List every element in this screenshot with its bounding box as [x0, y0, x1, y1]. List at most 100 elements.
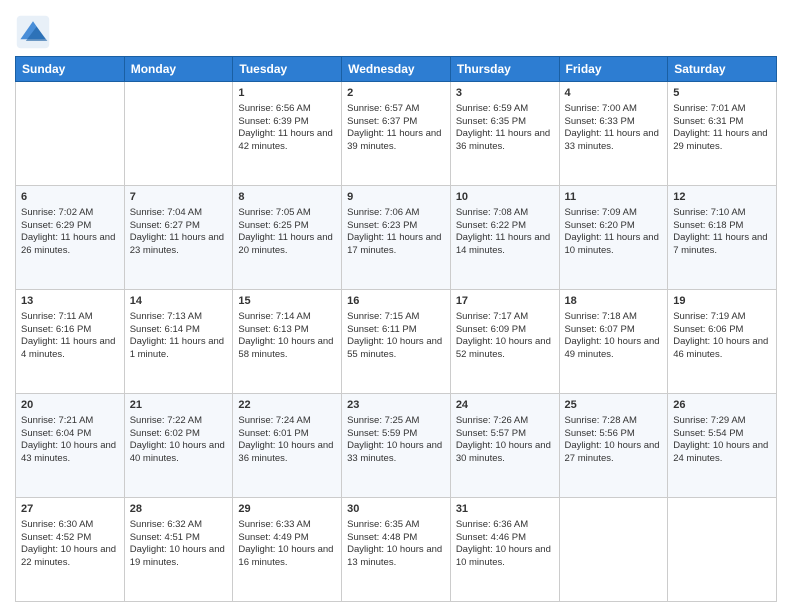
page: SundayMondayTuesdayWednesdayThursdayFrid…	[0, 0, 792, 612]
day-info-line: Sunset: 6:29 PM	[21, 220, 119, 233]
day-info-line: Daylight: 10 hours and 16 minutes.	[238, 544, 336, 570]
day-info-line: Sunrise: 7:17 AM	[456, 311, 554, 324]
day-info-line: Daylight: 10 hours and 33 minutes.	[347, 440, 445, 466]
day-info-line: Daylight: 10 hours and 40 minutes.	[130, 440, 228, 466]
calendar-cell: 2 Sunrise: 6:57 AMSunset: 6:37 PMDaylight…	[342, 82, 451, 186]
day-number: 9	[347, 190, 445, 205]
day-number: 20	[21, 398, 119, 413]
calendar-week-1: 1Sunrise: 6:56 AMSunset: 6:39 PMDaylight…	[16, 82, 777, 186]
calendar-week-4: 20 Sunrise: 7:21 AMSunset: 6:04 PM Dayligh…	[16, 394, 777, 498]
calendar-cell: 27Sunrise: 6:30 AMSunset: 4:52 PMDayligh…	[16, 498, 125, 602]
day-info-line: Sunset: 5:56 PM	[565, 428, 663, 441]
calendar-cell: 30Sunrise: 6:35 AMSunset: 4:48 PMDayligh…	[342, 498, 451, 602]
day-info-line: Daylight: 10 hours and 13 minutes.	[347, 544, 445, 570]
day-info-line: Daylight: 10 hours and 24 minutes.	[673, 440, 771, 466]
calendar-cell: 12Sunrise: 7:10 AMSunset: 6:18 PMDayligh…	[668, 186, 777, 290]
day-number: 27	[21, 502, 119, 517]
day-number: 31	[456, 502, 554, 517]
day-info-line: Sunrise: 7:18 AM	[565, 311, 663, 324]
logo-icon	[15, 14, 51, 50]
day-info-line: Sunset: 6:37 PM	[347, 116, 445, 129]
day-number: 18	[565, 294, 663, 309]
day-info-line: Sunrise: 7:10 AM	[673, 207, 771, 220]
calendar-cell: 6Sunrise: 7:02 AMSunset: 6:29 PMDaylight…	[16, 186, 125, 290]
day-info-line: Sunrise: 7:00 AM	[565, 103, 663, 116]
cell-content: 22Sunrise: 7:24 AMSunset: 6:01 PMDayligh…	[238, 398, 336, 466]
day-number: 2	[347, 86, 445, 101]
day-info-line: Daylight: 11 hours and 23 minutes.	[130, 232, 228, 258]
cell-content: 27Sunrise: 6:30 AMSunset: 4:52 PMDayligh…	[21, 502, 119, 570]
day-info-line: Sunrise: 7:26 AM	[456, 415, 554, 428]
day-info-line: Daylight: 10 hours and 10 minutes.	[456, 544, 554, 570]
day-number: 7	[130, 190, 228, 205]
day-info-line: Sunrise: 7:24 AM	[238, 415, 336, 428]
cell-content: 15Sunrise: 7:14 AMSunset: 6:13 PMDayligh…	[238, 294, 336, 362]
day-info-line: Daylight: 10 hours and 19 minutes.	[130, 544, 228, 570]
day-info-line: Sunrise: 7:19 AM	[673, 311, 771, 324]
day-number: 6	[21, 190, 119, 205]
cell-content: 4Sunrise: 7:00 AMSunset: 6:33 PMDaylight…	[565, 86, 663, 154]
day-number: 5	[673, 86, 771, 101]
cell-content: 9Sunrise: 7:06 AMSunset: 6:23 PMDaylight…	[347, 190, 445, 258]
cell-content: 8Sunrise: 7:05 AMSunset: 6:25 PMDaylight…	[238, 190, 336, 258]
cell-content: 12Sunrise: 7:10 AMSunset: 6:18 PMDayligh…	[673, 190, 771, 258]
cell-content: 21Sunrise: 7:22 AMSunset: 6:02 PMDayligh…	[130, 398, 228, 466]
day-info-line: Sunrise: 6:57 AM	[347, 103, 445, 116]
day-info-line: Sunrise: 6:35 AM	[347, 519, 445, 532]
calendar-cell: 25Sunrise: 7:28 AMSunset: 5:56 PMDayligh…	[559, 394, 668, 498]
day-info-line: Daylight: 11 hours and 14 minutes.	[456, 232, 554, 258]
cell-content: 26Sunrise: 7:29 AMSunset: 5:54 PMDayligh…	[673, 398, 771, 466]
day-info-line: Sunset: 6:04 PM	[21, 428, 119, 441]
day-info-line: Sunset: 6:18 PM	[673, 220, 771, 233]
day-info-line: Sunset: 6:13 PM	[238, 324, 336, 337]
day-info-line: Sunrise: 7:06 AM	[347, 207, 445, 220]
calendar-cell: 26Sunrise: 7:29 AMSunset: 5:54 PMDayligh…	[668, 394, 777, 498]
cell-content: 2 Sunrise: 6:57 AMSunset: 6:37 PMDaylight…	[347, 86, 445, 154]
day-number: 17	[456, 294, 554, 309]
calendar-cell: 7Sunrise: 7:04 AMSunset: 6:27 PMDaylight…	[124, 186, 233, 290]
col-header-friday: Friday	[559, 57, 668, 82]
cell-content: 16Sunrise: 7:15 AMSunset: 6:11 PMDayligh…	[347, 294, 445, 362]
day-info-line: Daylight: 11 hours and 1 minute.	[130, 336, 228, 362]
cell-content: 19Sunrise: 7:19 AMSunset: 6:06 PMDayligh…	[673, 294, 771, 362]
day-number: 1	[238, 86, 336, 101]
calendar-week-5: 27Sunrise: 6:30 AMSunset: 4:52 PMDayligh…	[16, 498, 777, 602]
day-info-line: Sunrise: 7:21 AM	[21, 415, 119, 428]
day-info-line: Sunset: 6:09 PM	[456, 324, 554, 337]
day-info-line: Sunrise: 6:33 AM	[238, 519, 336, 532]
col-header-saturday: Saturday	[668, 57, 777, 82]
cell-content: 28 Sunrise: 6:32 AMSunset: 4:51 PMDayligh…	[130, 502, 228, 570]
calendar-cell: 15Sunrise: 7:14 AMSunset: 6:13 PMDayligh…	[233, 290, 342, 394]
day-number: 8	[238, 190, 336, 205]
calendar-cell: 20Sunrise: 7:21 AMSunset: 6:04 PMDayligh…	[16, 394, 125, 498]
day-number: 29	[238, 502, 336, 517]
day-info-line: Daylight: 11 hours and 39 minutes.	[347, 128, 445, 154]
day-info-line: Sunset: 4:46 PM	[456, 532, 554, 545]
calendar-cell	[668, 498, 777, 602]
day-info-line: Sunrise: 7:02 AM	[21, 207, 119, 220]
day-info-line: Sunset: 6:16 PM	[21, 324, 119, 337]
calendar-cell: 23Sunrise: 7:25 AMSunset: 5:59 PMDayligh…	[342, 394, 451, 498]
day-info-line: Sunrise: 6:59 AM	[456, 103, 554, 116]
day-number: 10	[456, 190, 554, 205]
col-header-tuesday: Tuesday	[233, 57, 342, 82]
calendar-body: 1Sunrise: 6:56 AMSunset: 6:39 PMDaylight…	[16, 82, 777, 602]
day-number: 28	[130, 502, 228, 517]
day-info-line: Sunrise: 7:01 AM	[673, 103, 771, 116]
day-info-line: Daylight: 10 hours and 30 minutes.	[456, 440, 554, 466]
day-number: 19	[673, 294, 771, 309]
day-info-line: Sunrise: 6:32 AM	[130, 519, 228, 532]
calendar-table: SundayMondayTuesdayWednesdayThursdayFrid…	[15, 56, 777, 602]
calendar-cell: 10Sunrise: 7:08 AMSunset: 6:22 PMDayligh…	[450, 186, 559, 290]
day-info-line: Sunset: 6:23 PM	[347, 220, 445, 233]
day-info-line: Sunset: 6:39 PM	[238, 116, 336, 129]
day-info-line: Sunset: 6:07 PM	[565, 324, 663, 337]
header-row: SundayMondayTuesdayWednesdayThursdayFrid…	[16, 57, 777, 82]
cell-content: 11Sunrise: 7:09 AMSunset: 6:20 PMDayligh…	[565, 190, 663, 258]
cell-content: 5Sunrise: 7:01 AMSunset: 6:31 PMDaylight…	[673, 86, 771, 154]
day-info-line: Sunset: 6:35 PM	[456, 116, 554, 129]
day-info-line: Sunrise: 6:36 AM	[456, 519, 554, 532]
day-number: 30	[347, 502, 445, 517]
day-number: 3	[456, 86, 554, 101]
day-info-line: Sunset: 4:51 PM	[130, 532, 228, 545]
